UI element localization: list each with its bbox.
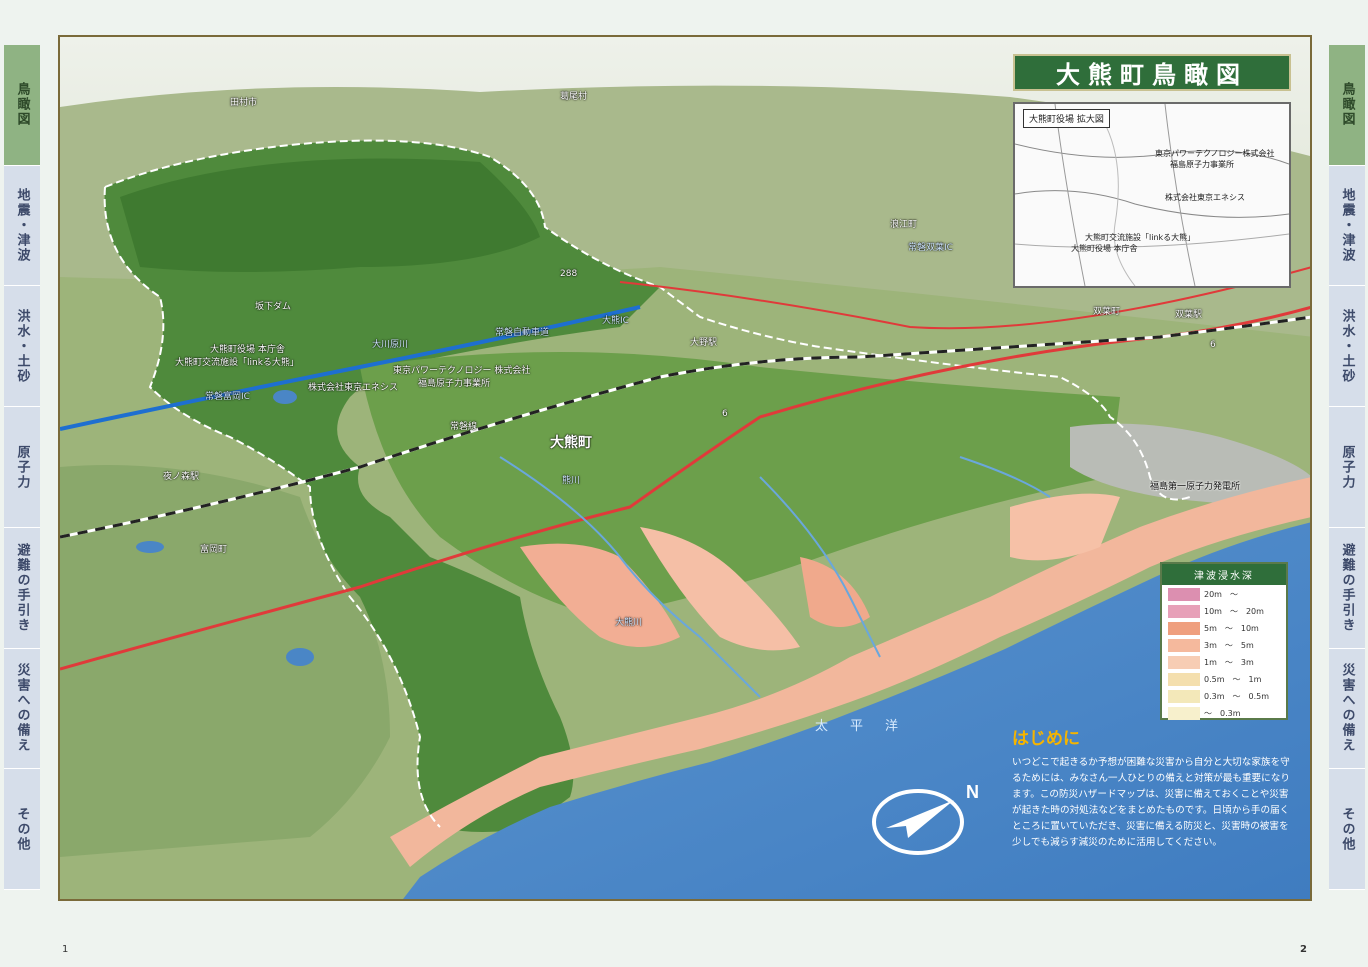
tab-nuclear[interactable]: 原子力 bbox=[4, 407, 40, 528]
legend-row: 3m ～ 5m bbox=[1168, 638, 1280, 653]
legend-label: 5m ～ 10m bbox=[1204, 624, 1259, 633]
compass: N bbox=[872, 778, 984, 862]
tab-disaster-prep[interactable]: 災害への備え bbox=[4, 648, 40, 770]
tab-nuclear-right[interactable]: 原子力 bbox=[1329, 407, 1365, 528]
legend-swatch bbox=[1168, 605, 1200, 618]
label-futaba: 双葉町 bbox=[1093, 307, 1121, 317]
legend-label: 0.3m ～ 0.5m bbox=[1204, 692, 1270, 701]
sidebar-left: 鳥瞰図 地震・津波 洪水・土砂 原子力 避難の手引き 災害への備え その他 bbox=[4, 45, 40, 891]
inset-linkru: 大熊町交流施設「linkる大熊」 bbox=[1085, 233, 1196, 242]
label-tepco-1: 東京パワーテクノロジー 株式会社 bbox=[393, 366, 531, 376]
legend-row: 1m ～ 3m bbox=[1168, 655, 1280, 670]
legend-swatch bbox=[1168, 656, 1200, 669]
inset-lines bbox=[1015, 104, 1289, 286]
map-title: 大熊町鳥瞰図 bbox=[1013, 54, 1291, 91]
label-futaba-station: 双葉駅 bbox=[1175, 310, 1203, 320]
inset-tepco-1: 東京パワーテクノロジー株式会社 bbox=[1155, 149, 1275, 158]
label-tepco-2: 福島原子力事業所 bbox=[418, 379, 491, 389]
label-linkru: 大熊町交流施設「linkる大熊」 bbox=[175, 358, 299, 368]
inset-title: 大熊町役場 拡大図 bbox=[1023, 109, 1110, 128]
tab-flood-landslide-right[interactable]: 洪水・土砂 bbox=[1329, 286, 1365, 408]
compass-n-label: N bbox=[966, 782, 979, 802]
intro-heading: はじめに bbox=[1012, 729, 1080, 749]
label-tomioka: 富岡町 bbox=[200, 545, 228, 555]
label-route6a: 6 bbox=[722, 409, 728, 419]
legend-row: 10m ～ 20m bbox=[1168, 604, 1280, 619]
label-route288: 288 bbox=[560, 269, 578, 279]
legend-row: 5m ～ 10m bbox=[1168, 621, 1280, 636]
legend-row: 20m ～ bbox=[1168, 587, 1280, 602]
label-ic-futaba: 常磐双葉IC bbox=[908, 243, 953, 253]
label-ouchi-river: 大熊川 bbox=[615, 618, 643, 628]
label-okuma: 大熊町 bbox=[550, 435, 592, 451]
label-ic-tomioka: 常磐富岡IC bbox=[205, 392, 250, 402]
legend-row: ～ 0.3m bbox=[1168, 706, 1280, 721]
legend-label: 1m ～ 3m bbox=[1204, 658, 1254, 667]
tab-other[interactable]: その他 bbox=[4, 769, 40, 891]
legend-swatch bbox=[1168, 673, 1200, 686]
inset-enesys: 株式会社東京エネシス bbox=[1165, 193, 1245, 202]
label-pacific: 太平洋 bbox=[815, 719, 921, 734]
label-ic-okuma: 大熊IC bbox=[602, 316, 629, 326]
tab-earthquake-tsunami[interactable]: 地震・津波 bbox=[4, 165, 40, 287]
tab-birdseye-right[interactable]: 鳥瞰図 bbox=[1329, 45, 1365, 166]
label-okawa-river: 大川原川 bbox=[372, 340, 409, 350]
sidebar-right: 鳥瞰図 地震・津波 洪水・土砂 原子力 避難の手引き 災害への備え その他 bbox=[1329, 45, 1365, 891]
label-kuma-river: 熊川 bbox=[562, 476, 581, 486]
intro-body: いつどこで起きるか予想が困難な災害から自分と大切な家族を守るためには、みなさん一… bbox=[1012, 757, 1290, 848]
legend-swatch bbox=[1168, 707, 1200, 720]
page-number-left: 1 bbox=[62, 944, 69, 955]
label-expressway: 常磐自動車道 bbox=[495, 328, 550, 338]
tab-birdseye[interactable]: 鳥瞰図 bbox=[4, 45, 40, 166]
pamphlet-spread: 鳥瞰図 地震・津波 洪水・土砂 原子力 避難の手引き 災害への備え その他 鳥瞰… bbox=[0, 0, 1368, 967]
intro-section: はじめに いつどこで起きるか予想が困難な災害から自分と大切な家族を守るためには、… bbox=[1012, 724, 1298, 851]
tab-other-right[interactable]: その他 bbox=[1329, 769, 1365, 891]
inset-office: 大熊町役場 本庁舎 bbox=[1071, 244, 1138, 253]
legend-title: 津波浸水深 bbox=[1162, 564, 1286, 585]
legend-label: 20m ～ bbox=[1204, 590, 1238, 599]
label-sakashita-dam: 坂下ダム bbox=[255, 302, 292, 312]
legend-label: 3m ～ 5m bbox=[1204, 641, 1254, 650]
compass-arrow-icon: N bbox=[872, 782, 979, 855]
label-namie: 浪江町 bbox=[890, 220, 918, 230]
legend-row: 0.5m ～ 1m bbox=[1168, 672, 1280, 687]
tsunami-depth-legend: 津波浸水深 20m ～ 10m ～ 20m 5m ～ 10m 3m ～ 5m 1… bbox=[1160, 562, 1288, 720]
label-npp: 福島第一原子力発電所 bbox=[1150, 482, 1241, 492]
label-office: 大熊町役場 本庁舎 bbox=[210, 345, 285, 355]
legend-swatch bbox=[1168, 622, 1200, 635]
inset-tepco-2: 福島原子力事業所 bbox=[1170, 160, 1234, 169]
tab-evacuation-guide[interactable]: 避難の手引き bbox=[4, 527, 40, 649]
legend-label: 0.5m ～ 1m bbox=[1204, 675, 1262, 684]
legend-swatch bbox=[1168, 690, 1200, 703]
inset-map: 大熊町役場 拡大図 東京パワーテクノロジー株式会社 福島原子力事業所 株式会社東… bbox=[1013, 102, 1291, 288]
tab-flood-landslide[interactable]: 洪水・土砂 bbox=[4, 286, 40, 408]
label-tamura: 田村市 bbox=[230, 98, 258, 108]
label-yonomori-station: 夜ノ森駅 bbox=[163, 472, 200, 482]
legend-label: 10m ～ 20m bbox=[1204, 607, 1264, 616]
page-number-right: 2 bbox=[1300, 944, 1307, 955]
legend-swatch bbox=[1168, 588, 1200, 601]
tab-disaster-prep-right[interactable]: 災害への備え bbox=[1329, 648, 1365, 770]
label-ono-station: 大野駅 bbox=[690, 338, 718, 348]
tab-earthquake-tsunami-right[interactable]: 地震・津波 bbox=[1329, 165, 1365, 287]
label-joban-line: 常磐線 bbox=[450, 422, 478, 432]
label-enesys: 株式会社東京エネシス bbox=[308, 383, 399, 393]
legend-label: ～ 0.3m bbox=[1204, 709, 1241, 718]
legend-row: 0.3m ～ 0.5m bbox=[1168, 689, 1280, 704]
label-katsurao: 葛尾村 bbox=[560, 92, 588, 102]
tab-evacuation-guide-right[interactable]: 避難の手引き bbox=[1329, 527, 1365, 649]
label-route6b: 6 bbox=[1210, 340, 1216, 350]
legend-swatch bbox=[1168, 639, 1200, 652]
